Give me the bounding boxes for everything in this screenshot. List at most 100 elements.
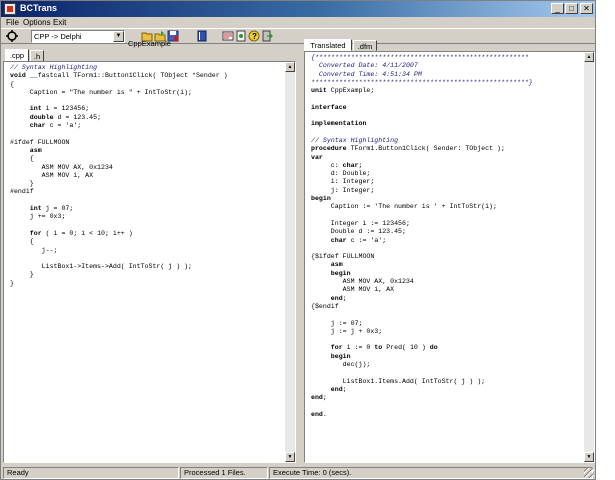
status-state: Ready (3, 467, 179, 479)
menu-options[interactable]: Options (23, 17, 51, 28)
menu-bar: File Options Exit (1, 17, 595, 28)
code-line: ****************************************… (311, 78, 533, 86)
code-line: c: char; (311, 161, 363, 169)
code-line: j := 07; (311, 319, 363, 327)
translated-code-editor[interactable]: {***************************************… (304, 51, 595, 463)
code-line: d: Double; (311, 170, 371, 178)
status-exec-time: Execute Time: 0 (secs). (269, 467, 593, 479)
code-line: Caption = "The number is " + IntToStr(i)… (10, 88, 193, 96)
code-line: } (10, 271, 34, 279)
translated-code: {***************************************… (311, 54, 533, 419)
code-line: Double d := 123.45; (311, 228, 406, 236)
code-line: begin (330, 352, 351, 360)
pane-splitter[interactable] (297, 39, 303, 463)
code-line: begin (330, 269, 351, 277)
code-line: { (10, 80, 14, 88)
code-line: int j = 07; (29, 205, 74, 213)
code-line: procedure TForm1.Button1Click( Sender: T… (311, 145, 505, 153)
code-line: Converted Date: 4/11/2007 (311, 62, 418, 70)
code-line: end. (311, 410, 327, 418)
title-bar[interactable]: BCTrans _ □ ✕ (1, 1, 595, 17)
code-line: j += 0x3; (10, 213, 66, 221)
code-line: i: Integer; (311, 178, 375, 186)
code-line: var (311, 153, 323, 161)
code-line: Converted Time: 4:51:34 PM (311, 70, 422, 78)
resize-grip[interactable] (584, 468, 594, 478)
app-icon[interactable] (4, 3, 16, 15)
code-line: for i := 0 to Pred( 10 ) do (330, 344, 438, 352)
code-line: #endif (10, 188, 34, 196)
maximize-button[interactable]: □ (565, 3, 578, 14)
scroll-down-icon[interactable]: ▼ (285, 452, 295, 462)
scroll-up-icon[interactable]: ▲ (584, 52, 594, 62)
minimize-button[interactable]: _ (551, 3, 564, 14)
menu-exit[interactable]: Exit (53, 17, 66, 28)
translated-scrollbar[interactable]: ▲ ▼ (584, 52, 594, 462)
app-window: BCTrans _ □ ✕ File Options Exit CPP -> D… (0, 0, 596, 480)
source-code-editor[interactable]: // Syntax Highlighting void __fastcall TF… (3, 61, 296, 463)
status-processed: Processed 1 Files. (180, 467, 268, 479)
source-scrollbar[interactable]: ▲ ▼ (285, 62, 295, 462)
source-file-header: CppExample (128, 39, 171, 48)
status-bar: Ready Processed 1 Files. Execute Time: 0… (1, 467, 595, 479)
code-line: int i = 123456; (29, 105, 90, 113)
code-line: begin (311, 195, 331, 203)
scroll-up-icon[interactable]: ▲ (285, 62, 295, 72)
code-line: dec(j); (311, 360, 371, 368)
code-line: Caption := 'The number is ' + IntToStr(i… (311, 203, 497, 211)
code-line: { (10, 238, 34, 246)
window-title: BCTrans (20, 3, 58, 13)
code-line: ASM MOV i, AX (311, 286, 395, 294)
code-line: double d = 123.45; (29, 113, 102, 121)
code-line: asm (330, 261, 343, 269)
source-code: // Syntax Highlighting void __fastcall TF… (10, 64, 228, 288)
code-line: end; (330, 385, 347, 393)
code-line: } (10, 279, 14, 287)
code-line: // Syntax Highlighting (311, 136, 399, 144)
code-line: // Syntax Highlighting (10, 64, 98, 71)
code-line: Integer i := 123456; (311, 219, 410, 227)
code-line: char c := 'a'; (330, 236, 387, 244)
code-line: {$endif (311, 302, 339, 310)
code-line: ListBox1->Items->Add( IntToStr( j ) ); (10, 263, 193, 271)
code-line: {***************************************… (311, 54, 529, 61)
code-line: ASM MOV AX, 0x1234 (10, 163, 113, 171)
code-line: void __fastcall TForm1::Button1Click( TO… (10, 72, 228, 80)
output-tabs: Translated File .dfm (304, 39, 595, 62)
tab-translated-file[interactable]: Translated File (304, 39, 352, 62)
code-line: asm (29, 146, 42, 154)
code-line: unit CppExample; (311, 87, 375, 95)
code-line: ListBox1.Items.Add( IntToStr( j ) ); (311, 377, 486, 385)
scroll-down-icon[interactable]: ▼ (584, 452, 594, 462)
code-line: interface (311, 103, 347, 111)
code-line: char c = 'a'; (29, 122, 82, 130)
code-line: } (10, 180, 34, 188)
tab-dfm[interactable]: .dfm (353, 40, 377, 51)
menu-file[interactable]: File (6, 17, 19, 28)
code-line: { (10, 155, 34, 163)
close-button[interactable]: ✕ (580, 3, 593, 14)
code-line: end; (311, 394, 327, 402)
code-line: {$ifdef FULLMOON (311, 253, 375, 261)
code-line: implementation (311, 120, 367, 128)
code-line: j: Integer; (311, 186, 375, 194)
code-line: j := j + 0x3; (311, 327, 383, 335)
code-line: j--; (10, 246, 58, 254)
code-line: ASM MOV i, AX (10, 171, 94, 179)
code-line: for ( i = 0; i < 10; i++ ) (29, 229, 133, 237)
code-line: ASM MOV AX, 0x1234 (311, 278, 414, 286)
